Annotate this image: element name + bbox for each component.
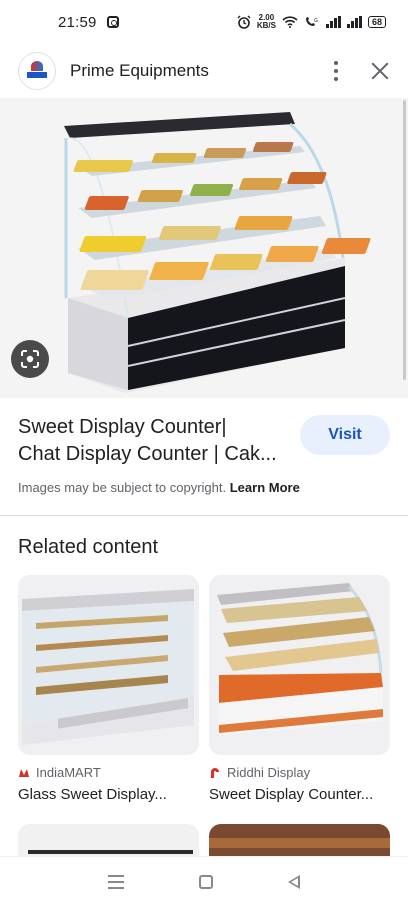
status-icons: 2.00 KB/S G 68 [237, 14, 386, 30]
alarm-icon [237, 15, 251, 29]
more-vert-icon[interactable] [334, 61, 338, 81]
signal-icon-2 [346, 16, 362, 28]
result-title[interactable]: Sweet Display Counter| Chat Display Coun… [18, 414, 290, 468]
site-name[interactable]: Prime Equipments [70, 61, 209, 81]
result-title-line-1: Sweet Display Counter| [18, 416, 227, 438]
visit-button[interactable]: Visit [300, 415, 390, 455]
result-image[interactable] [0, 98, 408, 398]
signal-icon-1 [325, 16, 341, 28]
result-title-line-2: Chat Display Counter | Cak... [18, 443, 277, 465]
home-icon[interactable] [198, 874, 213, 889]
instagram-icon [106, 16, 119, 28]
display-counter-illustration [64, 112, 371, 393]
section-divider [0, 515, 408, 516]
status-time: 21:59 [58, 13, 97, 31]
related-card-1[interactable]: IndiaMART Glass Sweet Display... [18, 575, 199, 803]
related-card-title[interactable]: Glass Sweet Display... [18, 786, 199, 803]
related-card-image[interactable] [209, 575, 390, 755]
wifi-icon [282, 16, 298, 28]
copyright-text: Images may be subject to copyright. [18, 480, 227, 495]
related-content-heading: Related content [18, 536, 159, 558]
google-lens-button[interactable] [11, 340, 49, 378]
volte-call-icon: G [305, 17, 318, 26]
page-header: Prime Equipments [0, 44, 408, 98]
related-card-source-name: Riddhi Display [227, 765, 311, 780]
related-card-source: Riddhi Display [209, 765, 390, 780]
related-card-image[interactable] [18, 575, 199, 755]
network-speed: 2.00 KB/S [257, 14, 276, 30]
svg-text:G: G [314, 18, 318, 24]
system-nav-bar [0, 856, 408, 906]
header-actions [334, 61, 390, 81]
lens-icon [21, 350, 39, 368]
related-card-title[interactable]: Sweet Display Counter... [209, 786, 390, 803]
result-title-row: Sweet Display Counter| Chat Display Coun… [18, 414, 390, 470]
battery-icon: 68 [367, 16, 386, 28]
scrollbar[interactable] [403, 100, 406, 380]
indiamart-icon [19, 768, 29, 777]
riddhi-display-icon [211, 767, 219, 778]
glass-counter-illustration [18, 575, 199, 755]
learn-more-link[interactable]: Learn More [230, 480, 300, 495]
related-card-source-name: IndiaMART [36, 765, 101, 780]
status-bar: 21:59 2.00 KB/S G 68 [0, 0, 408, 44]
curved-counter-illustration [209, 575, 390, 755]
copyright-notice: Images may be subject to copyright. Lear… [18, 480, 300, 495]
network-speed-unit: KB/S [256, 21, 276, 30]
related-card-2[interactable]: Riddhi Display Sweet Display Counter... [209, 575, 390, 803]
recent-apps-icon[interactable] [107, 874, 124, 889]
close-icon[interactable] [370, 61, 390, 81]
related-card-source: IndiaMART [18, 765, 199, 780]
site-logo[interactable] [18, 52, 56, 90]
back-icon[interactable] [288, 874, 301, 889]
prime-equipments-logo-icon [25, 61, 49, 81]
